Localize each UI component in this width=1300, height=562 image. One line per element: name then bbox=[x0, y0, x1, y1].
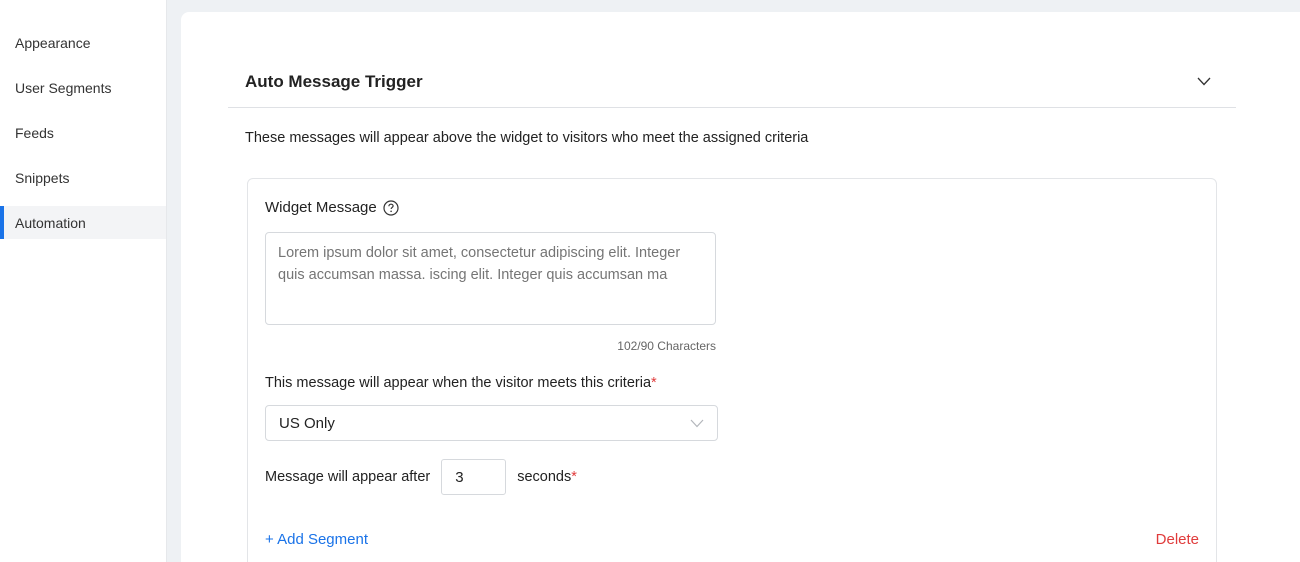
sidebar-item-label: Appearance bbox=[15, 34, 91, 51]
delay-suffix-label: seconds bbox=[517, 469, 572, 485]
settings-panel: Auto Message Trigger These messages will… bbox=[181, 12, 1300, 562]
sidebar-item-automation[interactable]: Automation bbox=[0, 206, 166, 239]
main-content: Auto Message Trigger These messages will… bbox=[167, 0, 1300, 562]
sidebar-item-label: Snippets bbox=[15, 169, 70, 186]
widget-message-label: Widget Message bbox=[265, 199, 399, 216]
delay-row: Message will appear after seconds* bbox=[265, 459, 577, 495]
criteria-label-text: This message will appear when the visito… bbox=[265, 375, 652, 391]
required-mark: * bbox=[651, 375, 657, 391]
widget-message-input[interactable] bbox=[265, 232, 716, 325]
auto-message-card: Widget Message 102/90 Characters This me… bbox=[247, 178, 1217, 562]
section-header[interactable]: Auto Message Trigger bbox=[228, 68, 1236, 108]
sidebar-item-appearance[interactable]: Appearance bbox=[0, 26, 166, 59]
chevron-down-icon bbox=[690, 419, 704, 427]
character-count: 102/90 Characters bbox=[617, 339, 716, 353]
sidebar-item-label: Automation bbox=[15, 214, 86, 231]
widget-message-label-text: Widget Message bbox=[265, 199, 377, 216]
sidebar-item-label: User Segments bbox=[15, 79, 112, 96]
question-circle-icon[interactable] bbox=[383, 199, 399, 216]
sidebar-item-feeds[interactable]: Feeds bbox=[0, 116, 166, 149]
delay-prefix-label: Message will appear after bbox=[265, 469, 431, 485]
criteria-select[interactable]: US Only bbox=[265, 405, 718, 441]
collapse-toggle[interactable] bbox=[1194, 71, 1214, 91]
section-title: Auto Message Trigger bbox=[245, 72, 423, 91]
sidebar-item-user-segments[interactable]: User Segments bbox=[0, 71, 166, 104]
section-description: These messages will appear above the wid… bbox=[245, 130, 809, 146]
delete-button[interactable]: Delete bbox=[1156, 531, 1199, 548]
chevron-down-icon bbox=[1197, 77, 1211, 85]
required-mark: * bbox=[571, 469, 577, 485]
sidebar: Appearance User Segments Feeds Snippets … bbox=[0, 0, 167, 562]
sidebar-item-label: Feeds bbox=[15, 124, 54, 141]
sidebar-item-snippets[interactable]: Snippets bbox=[0, 161, 166, 194]
app-root: Appearance User Segments Feeds Snippets … bbox=[0, 0, 1300, 562]
add-segment-button[interactable]: + Add Segment bbox=[265, 531, 368, 548]
criteria-selected-value: US Only bbox=[279, 414, 335, 432]
criteria-label: This message will appear when the visito… bbox=[265, 375, 657, 391]
delay-seconds-input[interactable] bbox=[441, 459, 507, 495]
